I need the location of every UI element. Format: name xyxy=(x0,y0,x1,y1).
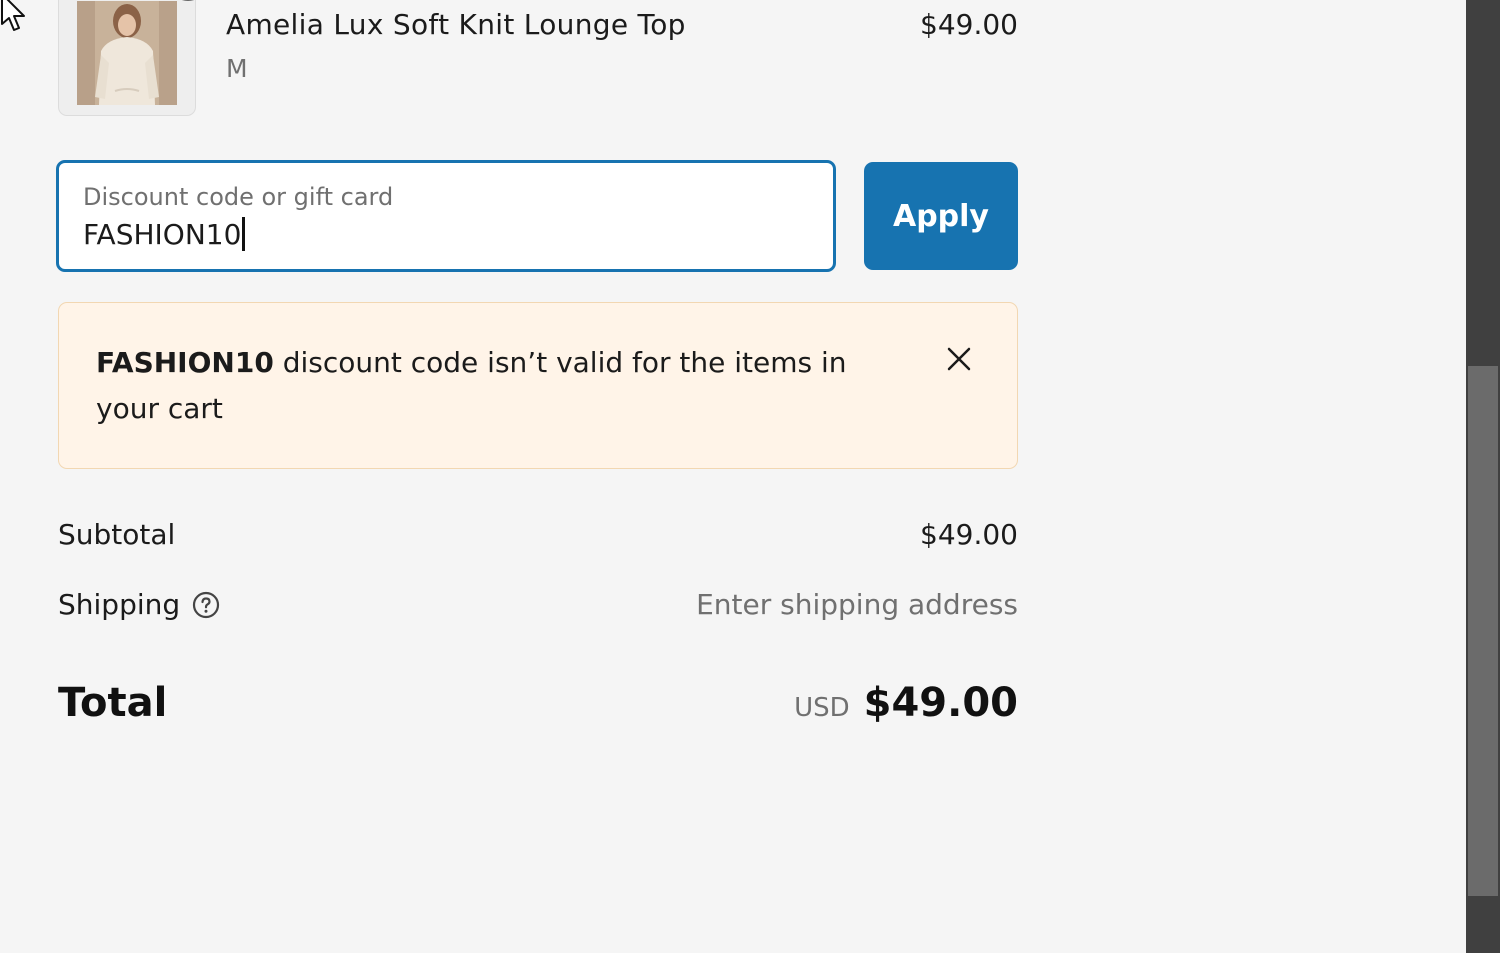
product-name: Amelia Lux Soft Knit Lounge Top xyxy=(226,8,686,41)
warning-code: FASHION10 xyxy=(96,346,274,379)
apply-discount-button[interactable]: Apply xyxy=(864,162,1018,270)
shipping-label-group: Shipping xyxy=(58,588,220,621)
discount-warning-banner: FASHION10 discount code isn’t valid for … xyxy=(58,302,1018,469)
help-circle-icon[interactable] xyxy=(192,591,220,619)
discount-code-label: Discount code or gift card xyxy=(83,183,394,211)
discount-code-value[interactable]: FASHION10 xyxy=(83,217,246,251)
checkout-summary-page: Amelia Lux Soft Knit Lounge Top M $49.00… xyxy=(0,0,1500,953)
warning-message: FASHION10 discount code isn’t valid for … xyxy=(96,340,896,432)
discount-code-input[interactable]: Discount code or gift card FASHION10 xyxy=(56,160,836,272)
product-variant: M xyxy=(226,54,248,83)
total-amount: $49.00 xyxy=(863,680,1018,726)
total-value-group: USD $49.00 xyxy=(794,680,1018,726)
product-price: $49.00 xyxy=(920,8,1018,41)
product-thumbnail xyxy=(58,0,203,116)
currency-code: USD xyxy=(794,693,850,723)
scrollbar-thumb[interactable] xyxy=(1468,366,1498,896)
quantity-badge xyxy=(173,0,203,1)
shipping-label: Shipping xyxy=(58,588,181,621)
subtotal-value: $49.00 xyxy=(920,518,1018,551)
discount-code-text: FASHION10 xyxy=(83,217,242,251)
mouse-cursor-icon xyxy=(1,0,25,31)
subtotal-label: Subtotal xyxy=(58,518,176,551)
line-item: Amelia Lux Soft Knit Lounge Top M $49.00 xyxy=(58,0,1018,116)
text-caret xyxy=(242,217,246,251)
close-icon[interactable] xyxy=(945,345,973,373)
product-image xyxy=(77,1,177,105)
shipping-value: Enter shipping address xyxy=(696,588,1018,621)
total-label: Total xyxy=(58,680,168,726)
